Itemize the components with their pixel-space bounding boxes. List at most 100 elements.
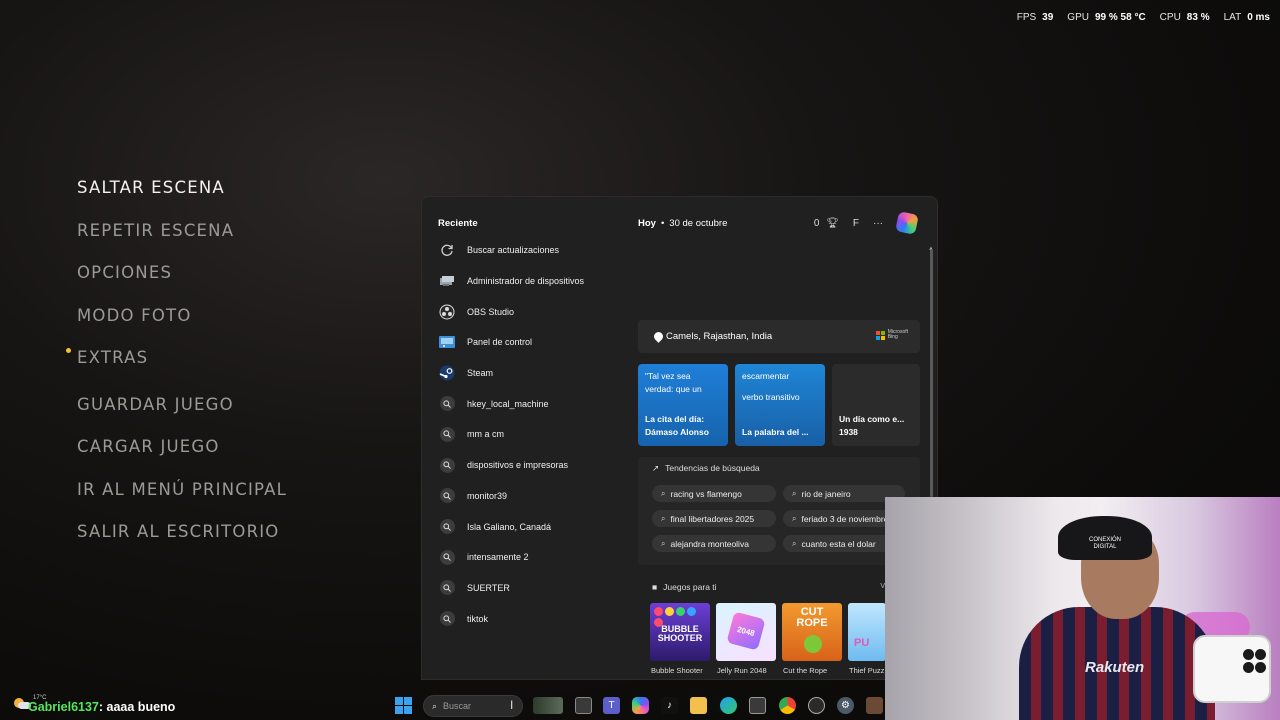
copilot-icon[interactable] bbox=[632, 697, 649, 714]
search-icon bbox=[439, 426, 455, 442]
teams-icon[interactable]: T bbox=[603, 697, 620, 714]
chat-username: Gabriel6137 bbox=[28, 699, 99, 714]
chrome-icon[interactable] bbox=[779, 697, 796, 714]
search-icon: ⌕ bbox=[792, 538, 797, 548]
games-heading: ■ Juegos para ti bbox=[652, 582, 717, 592]
recent-item[interactable]: Buscar actualizaciones bbox=[438, 235, 628, 266]
device-manager-icon bbox=[438, 272, 456, 290]
profile-initial[interactable]: F bbox=[853, 218, 859, 229]
menu-replay-scene[interactable]: REPETIR ESCENA bbox=[77, 221, 234, 240]
search-icon: ⌕ bbox=[792, 513, 797, 523]
microsoft-bing-logo: Microsoft Bing bbox=[875, 330, 908, 340]
search-icon bbox=[439, 519, 455, 535]
recent-list: Buscar actualizaciones Administrador de … bbox=[438, 235, 628, 634]
trend-chip[interactable]: ⌕ alejandra monteoliva bbox=[652, 535, 776, 552]
more-options-button[interactable]: ··· bbox=[873, 218, 883, 229]
menu-photo-mode[interactable]: MODO FOTO bbox=[77, 306, 192, 325]
search-icon: ⌕ bbox=[792, 488, 797, 498]
panel-header-actions: 0 🏆︎ F ··· bbox=[814, 211, 919, 235]
search-icon bbox=[439, 549, 455, 565]
menu-extras[interactable]: EXTRAS bbox=[77, 348, 148, 367]
search-icon bbox=[439, 580, 455, 596]
task-view-icon[interactable] bbox=[575, 697, 592, 714]
search-highlight-icon[interactable] bbox=[533, 697, 563, 714]
game-icon[interactable] bbox=[866, 697, 883, 714]
quote-of-day-card[interactable]: "Tal vez sea verdad: que un La cita del … bbox=[638, 364, 728, 446]
trend-chip[interactable]: ⌕ racing vs flamengo bbox=[652, 485, 776, 502]
location-banner[interactable]: Camels, Rajasthan, India Microsoft Bing bbox=[638, 320, 920, 353]
recent-item[interactable]: Administrador de dispositivos bbox=[438, 266, 628, 297]
game-store-icon: ■ bbox=[652, 582, 658, 592]
menu-main-menu[interactable]: IR AL MENÚ PRINCIPAL bbox=[77, 480, 287, 499]
game-title: Bubble Shooter bbox=[651, 666, 703, 675]
text-cursor-icon: I bbox=[510, 698, 514, 712]
search-icon bbox=[439, 396, 455, 412]
search-icon: ⌕ bbox=[661, 513, 666, 523]
control-panel-icon bbox=[438, 333, 456, 351]
cap-logo-text: CONEXIÓN DIGITAL bbox=[1088, 537, 1121, 550]
taskbar-search[interactable]: ⌕ bbox=[423, 695, 523, 717]
settings-icon[interactable]: ⚙ bbox=[837, 697, 854, 714]
steam-icon bbox=[438, 364, 456, 382]
file-explorer-icon[interactable] bbox=[690, 697, 707, 714]
store-icon[interactable] bbox=[749, 697, 766, 714]
recording-app-icon[interactable] bbox=[808, 697, 825, 714]
recent-item[interactable]: Isla Galiano, Canadá bbox=[438, 511, 628, 542]
game-title: Thief Puzz bbox=[849, 666, 885, 675]
scrollbar[interactable] bbox=[930, 249, 933, 497]
tiktok-icon[interactable]: ♪ bbox=[661, 697, 678, 714]
refresh-icon bbox=[438, 241, 456, 259]
word-of-day-card[interactable]: escarmentar verbo transitivo La palabra … bbox=[735, 364, 825, 446]
location-pin-icon bbox=[652, 330, 665, 343]
om-nom-icon bbox=[804, 635, 822, 653]
recent-item[interactable]: mm a cm bbox=[438, 419, 628, 450]
trend-chip[interactable]: ⌕ final libertadores 2025 bbox=[652, 510, 776, 527]
trending-arrow-icon: ↗ bbox=[652, 463, 660, 473]
recent-item[interactable]: hkey_local_machine bbox=[438, 388, 628, 419]
latency-stat: LAT 0 ms bbox=[1223, 12, 1270, 23]
edge-icon[interactable] bbox=[720, 697, 737, 714]
game-tile-jelly-run[interactable]: 2048 bbox=[716, 603, 776, 661]
cpu-stat: CPU 83 % bbox=[1159, 12, 1210, 23]
menu-exit-desktop[interactable]: SALIR AL ESCRITORIO bbox=[77, 522, 280, 541]
recent-item[interactable]: SUERTER bbox=[438, 573, 628, 604]
game-title: Jelly Run 2048 bbox=[717, 666, 767, 675]
search-icon bbox=[439, 611, 455, 627]
recent-item[interactable]: intensamente 2 bbox=[438, 542, 628, 573]
recent-item[interactable]: monitor39 bbox=[438, 481, 628, 512]
trophy-icon: 🏆︎ bbox=[826, 217, 839, 229]
search-icon: ⌕ bbox=[432, 700, 438, 711]
game-tile-bubble-shooter[interactable]: BUBBLE SHOOTER bbox=[650, 603, 710, 661]
game-title: Cut the Rope bbox=[783, 666, 828, 675]
recent-item[interactable]: tiktok bbox=[438, 603, 628, 634]
taskbar-search-input[interactable] bbox=[443, 701, 504, 711]
recent-item[interactable]: Steam bbox=[438, 358, 628, 389]
copilot-icon[interactable] bbox=[895, 211, 919, 235]
recent-heading: Reciente bbox=[438, 218, 478, 229]
recent-item[interactable]: dispositivos e impresoras bbox=[438, 450, 628, 481]
chat-text: : aaaa bueno bbox=[98, 699, 176, 714]
chat-message: Gabriel6137 : aaaa bueno bbox=[0, 693, 395, 720]
recent-item[interactable]: Panel de control bbox=[438, 327, 628, 358]
microsoft-logo-icon bbox=[875, 330, 885, 340]
on-this-day-card[interactable]: Un día como e... 1938 bbox=[832, 364, 920, 446]
taskbar: ⌕ I T ♪ ⚙ bbox=[395, 692, 885, 720]
gpu-stat: GPU 99 % 58 °C bbox=[1067, 12, 1146, 23]
search-icon: ⌕ bbox=[661, 538, 666, 548]
windows-start-icon[interactable] bbox=[395, 697, 412, 714]
menu-options[interactable]: OPCIONES bbox=[77, 263, 172, 282]
menu-skip-scene[interactable]: SALTAR ESCENA bbox=[77, 178, 225, 197]
rewards-points[interactable]: 0 🏆︎ bbox=[814, 218, 839, 229]
new-content-indicator bbox=[66, 348, 71, 353]
game-tile-thief-puzzle[interactable]: PU bbox=[848, 603, 886, 661]
trends-heading: ↗ Tendencias de búsqueda bbox=[652, 463, 760, 473]
stream-deck-device bbox=[1195, 637, 1269, 701]
menu-load-game[interactable]: CARGAR JUEGO bbox=[77, 437, 220, 456]
search-icon bbox=[439, 457, 455, 473]
game-tile-cut-the-rope[interactable]: CUT ROPE bbox=[782, 603, 842, 661]
fps-stat: FPS 39 bbox=[1016, 12, 1054, 23]
obs-icon bbox=[438, 303, 456, 321]
shirt-sponsor-text: Rakuten bbox=[1085, 659, 1145, 676]
menu-save-game[interactable]: GUARDAR JUEGO bbox=[77, 395, 234, 414]
recent-item[interactable]: OBS Studio bbox=[438, 296, 628, 327]
